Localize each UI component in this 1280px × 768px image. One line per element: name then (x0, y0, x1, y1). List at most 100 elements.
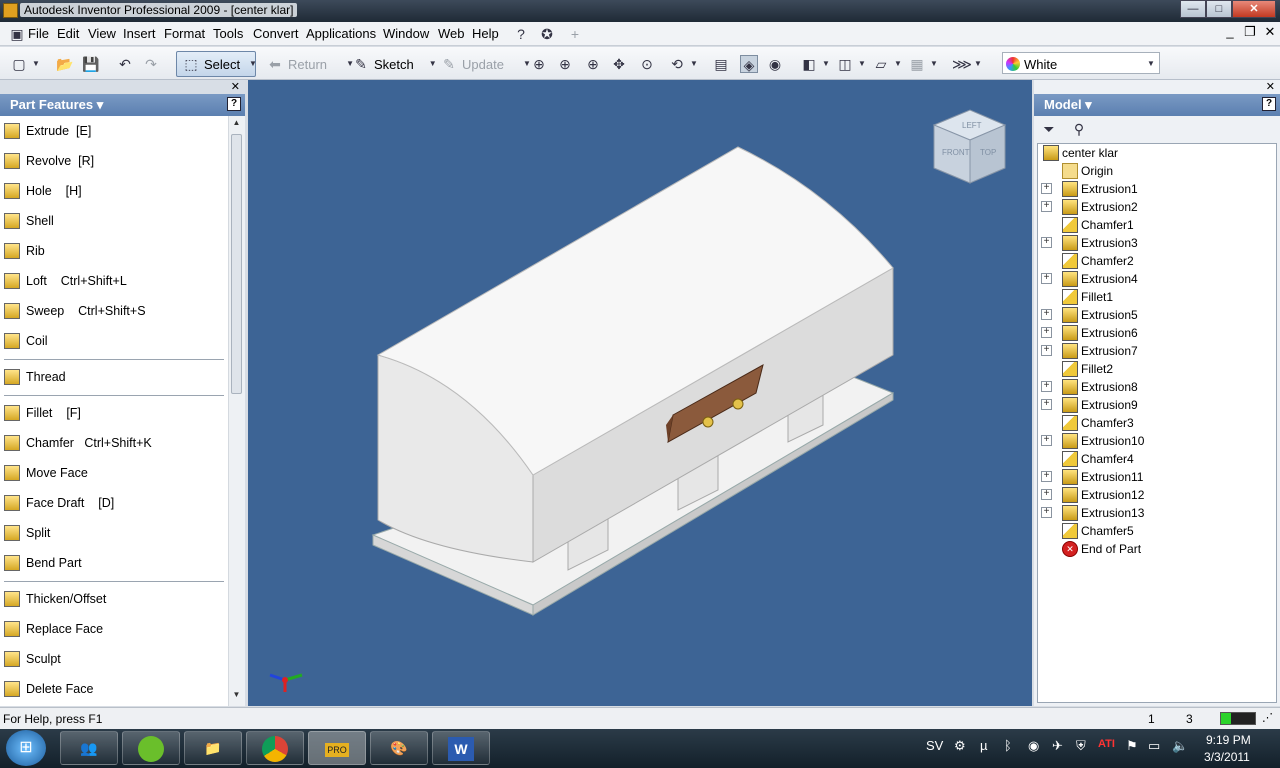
tree-item[interactable]: Extrusion6 (1062, 324, 1138, 342)
minimize-button[interactable]: — (1180, 0, 1206, 18)
tree-item[interactable]: Chamfer1 (1062, 216, 1134, 234)
feature-thicken-offset[interactable]: Thicken/Offset (4, 588, 106, 610)
pan-button[interactable]: ✥ (610, 53, 628, 75)
expand-icon[interactable]: + (1041, 507, 1052, 518)
feature-sculpt[interactable]: Sculpt (4, 648, 61, 670)
feature-rib[interactable]: Rib (4, 240, 45, 262)
tree-item[interactable]: Origin (1062, 162, 1113, 180)
tree-item[interactable]: Extrusion11 (1062, 468, 1143, 486)
part-features-title[interactable]: Part Features ▾? (0, 94, 245, 116)
feature-thread[interactable]: Thread (4, 366, 66, 388)
menu-convert[interactable]: Convert (253, 26, 299, 41)
sketch-button[interactable]: ✎ Sketch ▼ (352, 53, 442, 75)
menu-applications[interactable]: Applications (306, 26, 376, 41)
inventor-app-icon[interactable] (3, 3, 18, 18)
dimension-button[interactable]: ⋙ ▼ (952, 53, 982, 75)
feature-hole[interactable]: Hole [H] (4, 180, 82, 202)
tray-volume-icon[interactable]: 🔈 (1172, 738, 1188, 754)
taskbar-spotify[interactable] (122, 731, 180, 765)
tree-item[interactable]: Fillet1 (1062, 288, 1113, 306)
expand-icon[interactable]: + (1041, 489, 1052, 500)
feature-move-face[interactable]: Move Face (4, 462, 88, 484)
taskbar-messenger[interactable]: 👥 (60, 731, 118, 765)
features-scrollbar[interactable]: ▲ ▼ (228, 116, 243, 706)
view-cube-display-button[interactable]: ◧ ▼ (800, 53, 830, 75)
color-dropdown-arrow[interactable]: ▼ (1146, 53, 1156, 75)
tree-item[interactable]: Chamfer4 (1062, 450, 1134, 468)
view-cube[interactable]: LEFT FRONT TOP (932, 109, 1007, 184)
model-title[interactable]: Model ▾? (1034, 94, 1280, 116)
document-icon[interactable]: ▣ (8, 25, 26, 43)
tree-item[interactable]: Extrusion4 (1062, 270, 1138, 288)
tree-item[interactable]: Extrusion10 (1062, 432, 1144, 450)
tree-item[interactable]: Extrusion8 (1062, 378, 1138, 396)
select-dropdown[interactable]: ▼ (244, 53, 262, 75)
feature-revolve[interactable]: Revolve [R] (4, 150, 94, 172)
feature-coil[interactable]: Coil (4, 330, 48, 352)
new-button[interactable]: ▢ ▼ (10, 53, 40, 75)
tray-bluetooth-icon[interactable]: ᛒ (1004, 738, 1012, 753)
tray-network-icon[interactable]: ▭ (1148, 738, 1160, 754)
taskbar-explorer[interactable]: 📁 (184, 731, 242, 765)
undo-button[interactable]: ↶ (116, 53, 134, 75)
close-button[interactable]: ✕ (1232, 0, 1276, 18)
panel-close-icon[interactable]: ✕ (1266, 80, 1275, 93)
taskbar-chrome[interactable] (246, 731, 304, 765)
resize-grip-icon[interactable]: ⋰ (1262, 711, 1273, 724)
taskbar-inventor[interactable]: PRO (308, 731, 366, 765)
help-icon[interactable]: ? (1262, 97, 1276, 111)
work-plane-button[interactable]: ▱ ▼ (872, 53, 902, 75)
tree-item[interactable]: Chamfer2 (1062, 252, 1134, 270)
feature-chamfer[interactable]: Chamfer Ctrl+Shift+K (4, 432, 152, 454)
open-button[interactable]: 📂 (56, 53, 74, 75)
clock-date[interactable]: 3/3/2011 (1204, 750, 1250, 764)
scroll-down-icon[interactable]: ▼ (229, 690, 244, 704)
shaded-display-button[interactable]: ◈ (740, 53, 758, 75)
filter-icon[interactable]: ⏷ (1040, 120, 1058, 138)
camera-button[interactable]: ◫ ▼ (836, 53, 866, 75)
redo-button[interactable]: ↷ (142, 53, 160, 75)
tree-item[interactable]: Extrusion3 (1062, 234, 1138, 252)
feature-sweep[interactable]: Sweep Ctrl+Shift+S (4, 300, 146, 322)
menu-view[interactable]: View (88, 26, 116, 41)
tree-item[interactable]: Extrusion9 (1062, 396, 1138, 414)
tray-utorrent-icon[interactable]: µ (980, 738, 988, 753)
pattern-button[interactable]: ▦ ▼ (908, 53, 938, 75)
scroll-thumb[interactable] (231, 134, 242, 394)
start-button[interactable]: ⊞ (6, 730, 46, 766)
expand-icon[interactable]: + (1041, 237, 1052, 248)
zoom-selected-button[interactable]: ⊙ (638, 53, 656, 75)
menu-edit[interactable]: Edit (57, 26, 79, 41)
tree-item[interactable]: Extrusion5 (1062, 306, 1138, 324)
feature-fillet[interactable]: Fillet [F] (4, 402, 81, 424)
feature-loft[interactable]: Loft Ctrl+Shift+L (4, 270, 127, 292)
look-at-button[interactable]: ▤ (712, 53, 730, 75)
feature-extrude[interactable]: Extrude [E] (4, 120, 91, 142)
tree-item[interactable]: Fillet2 (1062, 360, 1113, 378)
tree-item[interactable]: ✕ End of Part (1062, 540, 1141, 558)
zoom-button[interactable]: ⊕ (584, 53, 602, 75)
feature-split[interactable]: Split (4, 522, 50, 544)
find-binoculars-icon[interactable]: ⚲ (1070, 120, 1088, 138)
feature-bend-part[interactable]: Bend Part (4, 552, 82, 574)
menu-help[interactable]: Help (472, 26, 499, 41)
clock-time[interactable]: 9:19 PM (1206, 733, 1251, 747)
tree-root[interactable]: center klar (1043, 144, 1118, 162)
taskbar-word[interactable]: W (432, 731, 490, 765)
language-indicator[interactable]: SV (926, 738, 943, 753)
feature-replace-face[interactable]: Replace Face (4, 618, 103, 640)
menu-insert[interactable]: Insert (123, 26, 156, 41)
expand-icon[interactable]: + (1041, 201, 1052, 212)
mdi-close-button[interactable]: ✕ (1262, 24, 1278, 40)
add-icon[interactable]: + (566, 25, 584, 43)
tray-plane-icon[interactable]: ✈ (1052, 738, 1063, 754)
menu-file[interactable]: File (28, 26, 49, 41)
save-button[interactable]: 💾 (82, 53, 100, 75)
mdi-minimize-button[interactable]: _ (1222, 24, 1238, 40)
tree-item[interactable]: Extrusion13 (1062, 504, 1144, 522)
help-topics-icon[interactable]: ? (512, 25, 530, 43)
update-button[interactable]: ✎ Update ▼ (440, 53, 536, 75)
expand-icon[interactable]: + (1041, 399, 1052, 410)
feature-face-draft[interactable]: Face Draft [D] (4, 492, 114, 514)
scroll-up-icon[interactable]: ▲ (229, 118, 244, 132)
